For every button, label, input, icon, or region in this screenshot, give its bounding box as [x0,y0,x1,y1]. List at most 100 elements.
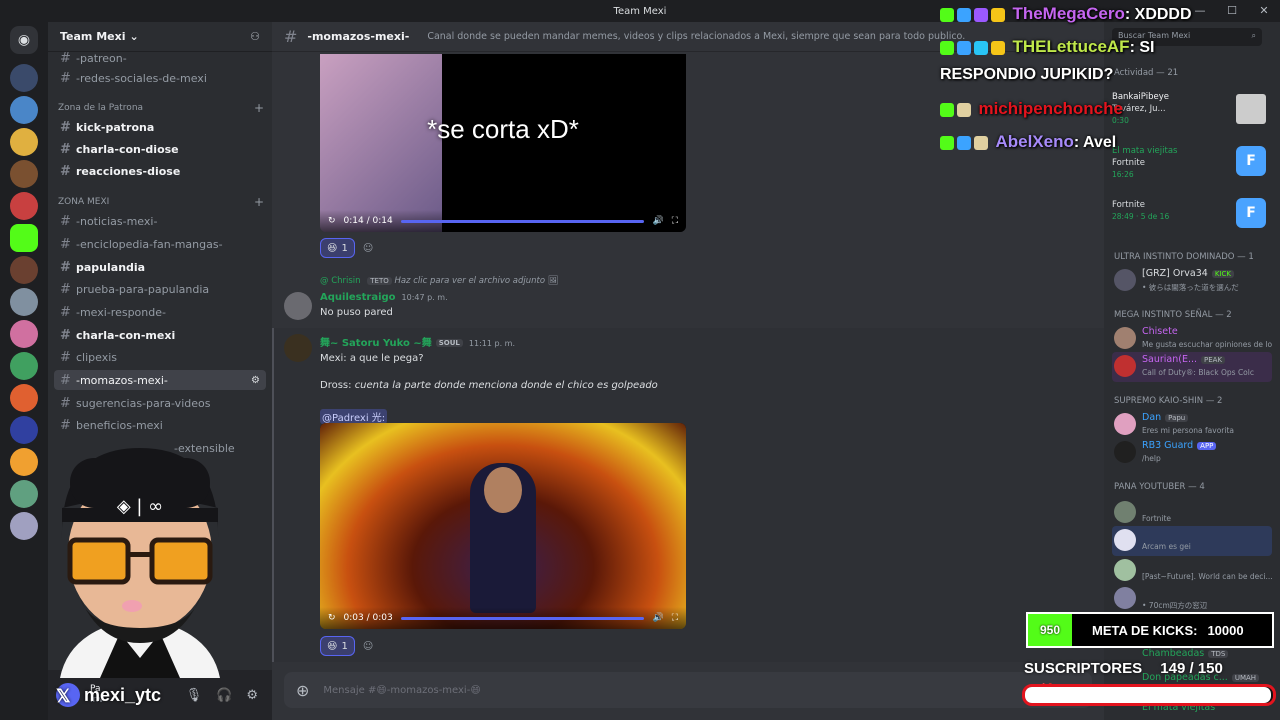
reaction-count: 1 [341,242,348,254]
message-composer[interactable]: ⊕ Mensaje #😄-momazos-mexi-😄 🎁 ▣ [284,672,1092,708]
avatar[interactable] [284,292,312,320]
discord-home-icon[interactable]: ◉ [10,26,38,54]
maximize-button[interactable]: ☐ [1216,0,1248,22]
activity-card[interactable]: BankaiPibeye Tavárez, Ju... 0:30 [1112,92,1272,125]
channel-redes[interactable]: # -redes-sociales-de-mexi [54,68,266,88]
member-status: /help [1142,454,1161,463]
reaction-laugh[interactable]: 😆 1 [320,238,355,258]
member-status: Call of Duty®: Black Ops Colc [1142,368,1254,377]
svg-text:◈ | ∞: ◈ | ∞ [117,496,163,517]
channel-prueba-papulandia[interactable]: # prueba-para-papulandia [54,279,266,299]
channel-charla-diose[interactable]: # charla-con-diose [54,139,266,159]
server-icon[interactable] [10,192,38,220]
gear-icon[interactable]: ⚙ [246,688,258,703]
server-icon[interactable] [10,512,38,540]
server-icon[interactable] [10,288,38,316]
add-channel-icon[interactable]: + [254,101,264,115]
reaction-laugh[interactable]: 😆 1 [320,636,355,656]
member-item[interactable]: Fortnite [1112,498,1272,528]
server-icon[interactable] [10,320,38,348]
add-channel-icon[interactable]: + [254,195,264,209]
search-icon: ⌕ [1251,31,1256,40]
hash-icon: # [60,349,71,365]
timestamp: 10:47 p. m. [401,293,448,302]
microphone-icon[interactable]: 🎙 [186,688,203,703]
fullscreen-icon[interactable]: ⛶ [672,216,678,226]
member-section-title: MEGA INSTINTO SEÑAL — 2 [1114,310,1232,320]
member-item[interactable]: Arcam es gei [1112,526,1272,556]
server-icon[interactable] [10,96,38,124]
activity-card[interactable]: El mata viejitas Fortnite 16:26 F [1112,146,1272,179]
fullscreen-icon[interactable]: ⛶ [672,613,678,623]
chat-message: : Avel [1073,134,1117,151]
replay-icon[interactable]: ↻ [328,613,336,623]
activity-card[interactable]: Fortnite 28:49 · 5 de 16 F [1112,198,1272,228]
reply-reference[interactable]: @ Chrisin TETO Haz clic para ver el arch… [320,276,559,286]
member-item[interactable]: [Past~Future]. World can be deci... [1112,556,1272,586]
member-item[interactable]: RB3 Guard APP/help [1112,438,1272,468]
channel-momazos-mexi[interactable]: # -momazos-mexi- ⚙ [54,370,266,390]
server-icon[interactable] [10,416,38,444]
channel-kick-patrona[interactable]: # kick-patrona [54,117,266,137]
close-button[interactable]: ✕ [1248,0,1280,22]
kick-server-icon[interactable] [10,224,38,252]
server-icon[interactable] [10,64,38,92]
avatar [1114,529,1136,551]
member-item[interactable]: Saurian(E... PEAK Call of Duty®: Black Ops… [1112,352,1272,382]
member-item[interactable]: Dan Papu Eres mi persona favorita [1112,410,1272,440]
gem-badge-icon [974,7,988,22]
video-player[interactable]: ↻ 0:03 / 0:03 🔊 ⛶ [320,423,686,629]
channel-reacciones-diose[interactable]: # reacciones-diose [54,161,266,181]
replay-icon[interactable]: ↻ [328,216,336,226]
message-author[interactable]: Aquilestraigo 10:47 p. m. [320,292,448,303]
server-icon[interactable] [10,480,38,508]
activity-header[interactable]: Actividad — 21 [1114,68,1178,78]
message: 舞~ Satoru Yuko ~舞 SOUL 11:11 p. m. Mexi: a… [320,334,1080,425]
video-player[interactable]: *se corta xD* ↻ 0:14 / 0:14 🔊 ⛶ [320,54,686,232]
channel-label: charla-con-mexi [76,328,176,342]
channel-sugerencias[interactable]: # sugerencias-para-videos [54,393,266,413]
sword-badge-icon [957,40,971,55]
channel-papulandia[interactable]: # papulandia [54,257,266,277]
add-reaction-icon[interactable]: ☺ [363,243,373,254]
channel-label: papulandia [76,260,146,274]
member-item[interactable]: [GRZ] Orva34 KICK • 彼らは闇落った道を選んだ [1112,266,1272,296]
attach-plus-icon[interactable]: ⊕ [296,681,309,700]
member-status: Me gusta escuchar opiniones de lo [1142,340,1272,349]
channel-noticias[interactable]: # -noticias-mexi- [54,211,266,231]
user-mention[interactable]: @Padrexi 光: [320,409,388,424]
channel-enciclopedia[interactable]: # -enciclopedia-fan-mangas- [54,234,266,254]
server-icon[interactable] [10,352,38,380]
message-author[interactable]: 舞~ Satoru Yuko ~舞 SOUL 11:11 p. m. [320,334,1080,349]
channel-label: -enciclopedia-fan-mangas- [76,237,223,251]
sword-badge-icon [957,135,971,150]
channel-clipexis[interactable]: # clipexis [54,347,266,367]
chat-nick: THELettuceAF [1012,37,1130,56]
video-progress[interactable] [400,616,645,620]
category-zona-mexi[interactable]: ZONA MEXI + [58,194,264,210]
channel-patreon[interactable]: # -patreon- [54,48,266,68]
video-progress[interactable] [400,219,645,223]
server-icon-team-mexi[interactable] [10,128,38,156]
server-icon[interactable] [10,256,38,284]
server-icon[interactable] [10,448,38,476]
category-zona-patrona[interactable]: Zona de la Patrona + [58,100,264,116]
server-icon[interactable] [10,384,38,412]
volume-icon[interactable]: 🔊 [652,216,663,226]
volume-icon[interactable]: 🔊 [652,613,663,623]
chat-message: RESPONDIO JUPIKID? [940,66,1114,83]
kick-badge-icon [940,40,954,55]
channel-settings-icon[interactable]: ⚙ [251,375,260,386]
server-icon[interactable] [10,160,38,188]
channel-charla-mexi[interactable]: # charla-con-mexi [54,325,266,345]
message-input[interactable]: Mensaje #😄-momazos-mexi-😄 [323,685,480,696]
invite-icon[interactable]: ⚇ [250,30,260,43]
category-label: ZONA MEXI [58,197,110,207]
avatar[interactable] [284,334,312,362]
member-item[interactable]: Chisete Me gusta escuchar opiniones de lo [1112,324,1272,354]
mouse-badge-icon [974,135,988,150]
channel-mexi-responde[interactable]: # -mexi-responde- [54,302,266,322]
member-item[interactable]: • 70cm四方の窓辺 [1112,584,1272,614]
add-reaction-icon[interactable]: ☺ [363,641,373,652]
headphones-icon[interactable]: 🎧 [216,688,232,703]
